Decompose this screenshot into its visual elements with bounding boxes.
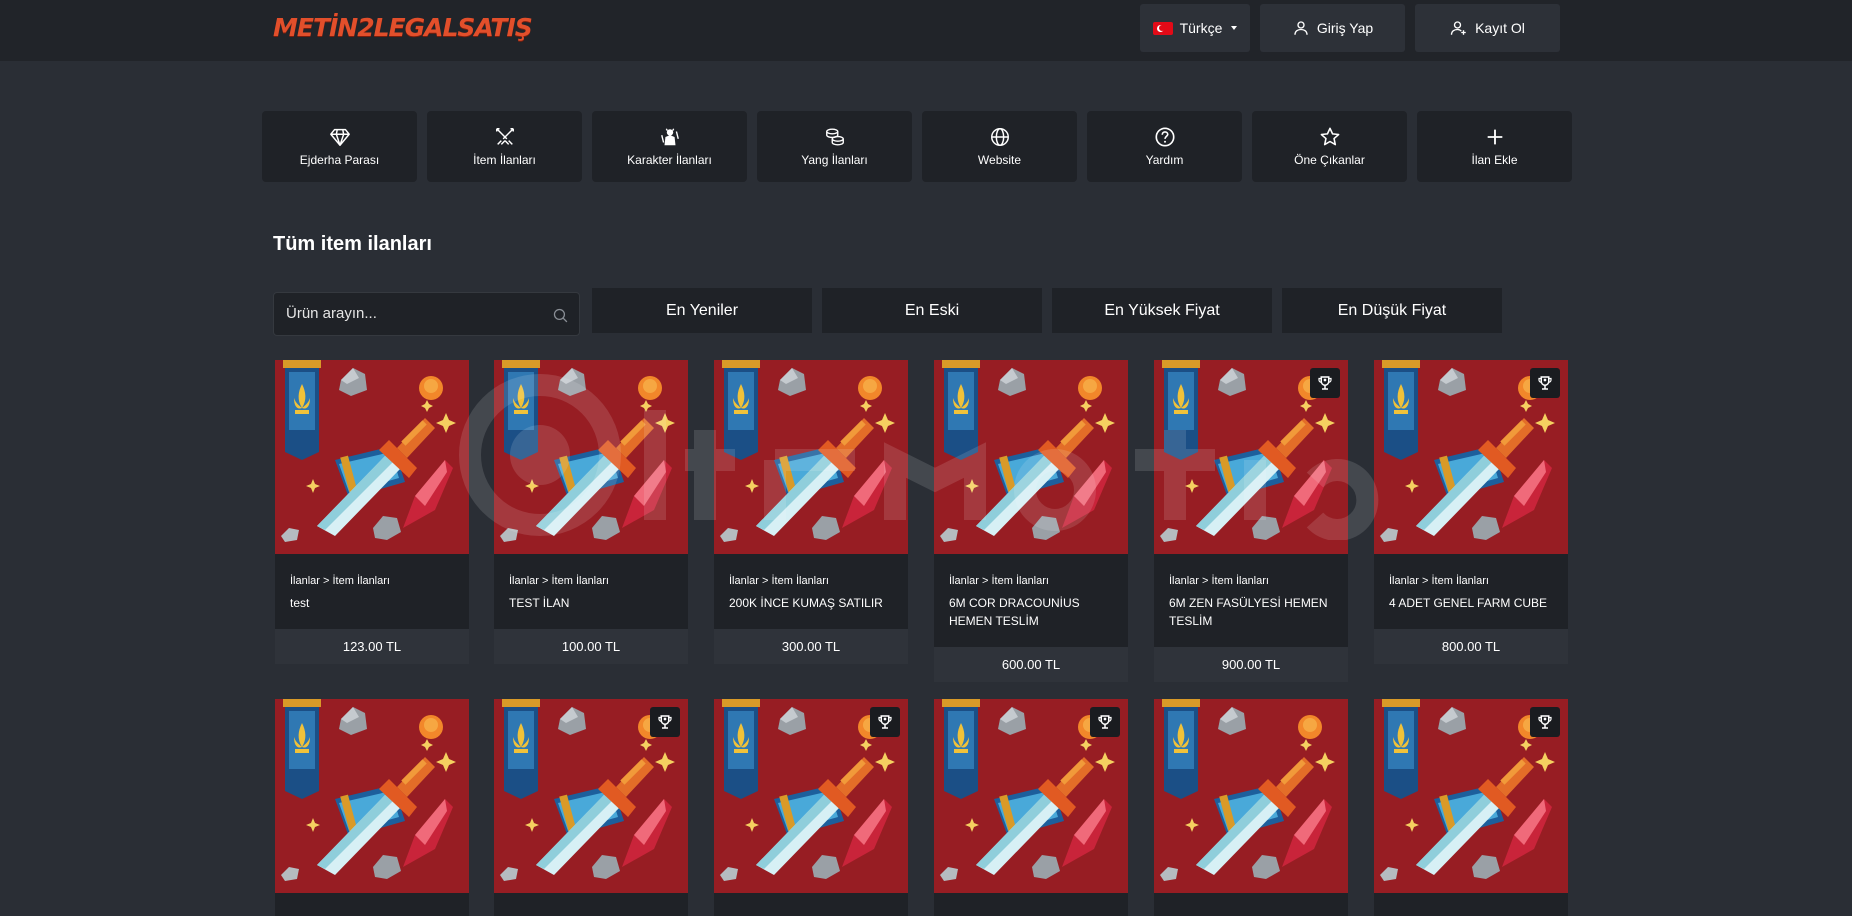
listing-image[interactable] <box>1154 360 1348 554</box>
listing-breadcrumb[interactable]: İlanlar > İtem İlanları <box>949 575 1049 587</box>
category-karakter-ilanlari[interactable]: Karakter İlanları <box>592 111 747 182</box>
language-selector[interactable]: Türkçe <box>1140 4 1250 52</box>
category-label: Öne Çıkanlar <box>1294 153 1365 167</box>
category-website[interactable]: Website <box>922 111 1077 182</box>
listing-title[interactable]: 4 ADET GENEL FARM CUBE <box>1389 594 1559 612</box>
trophy-icon <box>1310 368 1340 398</box>
listing-image[interactable] <box>1374 699 1568 893</box>
listing-price: 900.00 TL <box>1154 647 1348 682</box>
star-icon <box>1320 127 1339 146</box>
trophy-icon <box>870 707 900 737</box>
category-label: Yang İlanları <box>801 153 868 167</box>
category-item-ilanlari[interactable]: İtem İlanları <box>427 111 582 182</box>
character-icon <box>660 128 679 146</box>
plus-icon <box>1487 129 1502 145</box>
listing-breadcrumb[interactable]: İlanlar > İtem İlanları <box>729 575 829 587</box>
trophy-icon <box>1090 707 1120 737</box>
category-one-cikanlar[interactable]: Öne Çıkanlar <box>1252 111 1407 182</box>
listing-image[interactable] <box>494 360 688 554</box>
listing-card[interactable]: İlanlar > İtem İlanları 6M ZEN FASÜLYESİ … <box>1154 360 1348 682</box>
user-plus-icon <box>1450 21 1466 35</box>
sort-oldest-button[interactable]: En Eski <box>822 288 1042 333</box>
category-yardim[interactable]: Yardım <box>1087 111 1242 182</box>
listing-body: İlanlar > İtem İlanları 6M COR DRACOUNİUS… <box>934 554 1128 650</box>
listing-breadcrumb[interactable]: İlanlar > İtem İlanları <box>1169 575 1269 587</box>
top-navbar: METİN2LEGALSATIŞ Türkçe Giriş Yap Kayıt … <box>0 0 1852 61</box>
register-label: Kayıt Ol <box>1475 20 1525 36</box>
category-nav: Ejderha Parası İtem İlanları Karakter İl… <box>262 111 1572 182</box>
listing-image[interactable] <box>1374 360 1568 554</box>
listing-breadcrumb[interactable]: İlanlar > İtem İlanları <box>290 575 390 587</box>
listing-image[interactable] <box>1154 699 1348 893</box>
listing-card[interactable] <box>275 699 469 916</box>
listing-body: İlanlar > İtem İlanları 6M ZEN FASÜLYESİ … <box>1154 554 1348 650</box>
listing-image[interactable] <box>275 360 469 554</box>
turkey-flag-icon <box>1152 21 1173 35</box>
register-button[interactable]: Kayıt Ol <box>1415 4 1560 52</box>
sort-lowest-price-button[interactable]: En Düşük Fiyat <box>1282 288 1502 333</box>
listing-image[interactable] <box>934 699 1128 893</box>
search-icon[interactable] <box>552 307 569 324</box>
coins-icon <box>825 128 844 146</box>
category-label: İtem İlanları <box>473 153 536 167</box>
category-yang-ilanlari[interactable]: Yang İlanları <box>757 111 912 182</box>
site-logo[interactable]: METİN2LEGALSATIŞ <box>273 13 533 42</box>
section-title: Tüm item ilanları <box>273 233 432 255</box>
crossed-swords-icon <box>495 128 514 145</box>
category-ejderha-parasi[interactable]: Ejderha Parası <box>262 111 417 182</box>
listing-title[interactable]: TEST İLAN <box>509 594 679 612</box>
listing-image[interactable] <box>934 360 1128 554</box>
language-label: Türkçe <box>1179 20 1223 36</box>
category-label: Website <box>977 153 1022 167</box>
listing-price: 300.00 TL <box>714 629 908 664</box>
help-icon <box>1154 127 1175 147</box>
caret-down-icon <box>1231 26 1238 30</box>
listing-price: 600.00 TL <box>934 647 1128 682</box>
listing-card[interactable]: İlanlar > İtem İlanları 4 ADET GENEL FARM… <box>1374 360 1568 664</box>
listing-image[interactable] <box>494 699 688 893</box>
listing-card[interactable] <box>714 699 908 916</box>
listing-card[interactable] <box>934 699 1128 916</box>
listing-image[interactable] <box>714 699 908 893</box>
trophy-icon <box>1530 707 1560 737</box>
listing-image[interactable] <box>714 360 908 554</box>
category-label: İlan Ekle <box>1471 153 1518 167</box>
trophy-icon <box>1530 368 1560 398</box>
login-label: Giriş Yap <box>1316 20 1374 36</box>
listing-card[interactable] <box>494 699 688 916</box>
listing-card[interactable]: İlanlar > İtem İlanları 200K İNCE KUMAŞ S… <box>714 360 908 664</box>
listing-price: 800.00 TL <box>1374 629 1568 664</box>
listing-breadcrumb[interactable]: İlanlar > İtem İlanları <box>1389 575 1489 587</box>
listing-card[interactable] <box>1374 699 1568 916</box>
category-label: Ejderha Parası <box>299 153 380 167</box>
user-icon <box>1294 21 1308 35</box>
category-label: Karakter İlanları <box>627 153 712 167</box>
listing-card[interactable]: İlanlar > İtem İlanları TEST İLAN 100.00 T… <box>494 360 688 664</box>
listing-image[interactable] <box>275 699 469 893</box>
sort-newest-button[interactable]: En Yeniler <box>592 288 812 333</box>
listing-title[interactable]: test <box>290 594 460 612</box>
listing-price: 100.00 TL <box>494 629 688 664</box>
login-button[interactable]: Giriş Yap <box>1260 4 1405 52</box>
search-input[interactable] <box>286 305 536 322</box>
trophy-icon <box>650 707 680 737</box>
listing-price: 123.00 TL <box>275 629 469 664</box>
listing-title[interactable]: 200K İNCE KUMAŞ SATILIR <box>729 594 899 612</box>
category-label: Yardım <box>1145 153 1184 167</box>
search-box <box>273 292 580 336</box>
listing-title[interactable]: 6M ZEN FASÜLYESİ HEMEN TESLİM <box>1169 594 1339 630</box>
sort-highest-price-button[interactable]: En Yüksek Fiyat <box>1052 288 1272 333</box>
listing-card[interactable]: İlanlar > İtem İlanları 6M COR DRACOUNİUS… <box>934 360 1128 682</box>
listing-card[interactable] <box>1154 699 1348 916</box>
diamond-icon <box>329 128 350 146</box>
globe-icon <box>990 128 1009 146</box>
listing-breadcrumb[interactable]: İlanlar > İtem İlanları <box>509 575 609 587</box>
listing-title[interactable]: 6M COR DRACOUNİUS HEMEN TESLİM <box>949 594 1119 630</box>
category-ilan-ekle[interactable]: İlan Ekle <box>1417 111 1572 182</box>
listing-card[interactable]: İlanlar > İtem İlanları test 123.00 TL <box>275 360 469 664</box>
